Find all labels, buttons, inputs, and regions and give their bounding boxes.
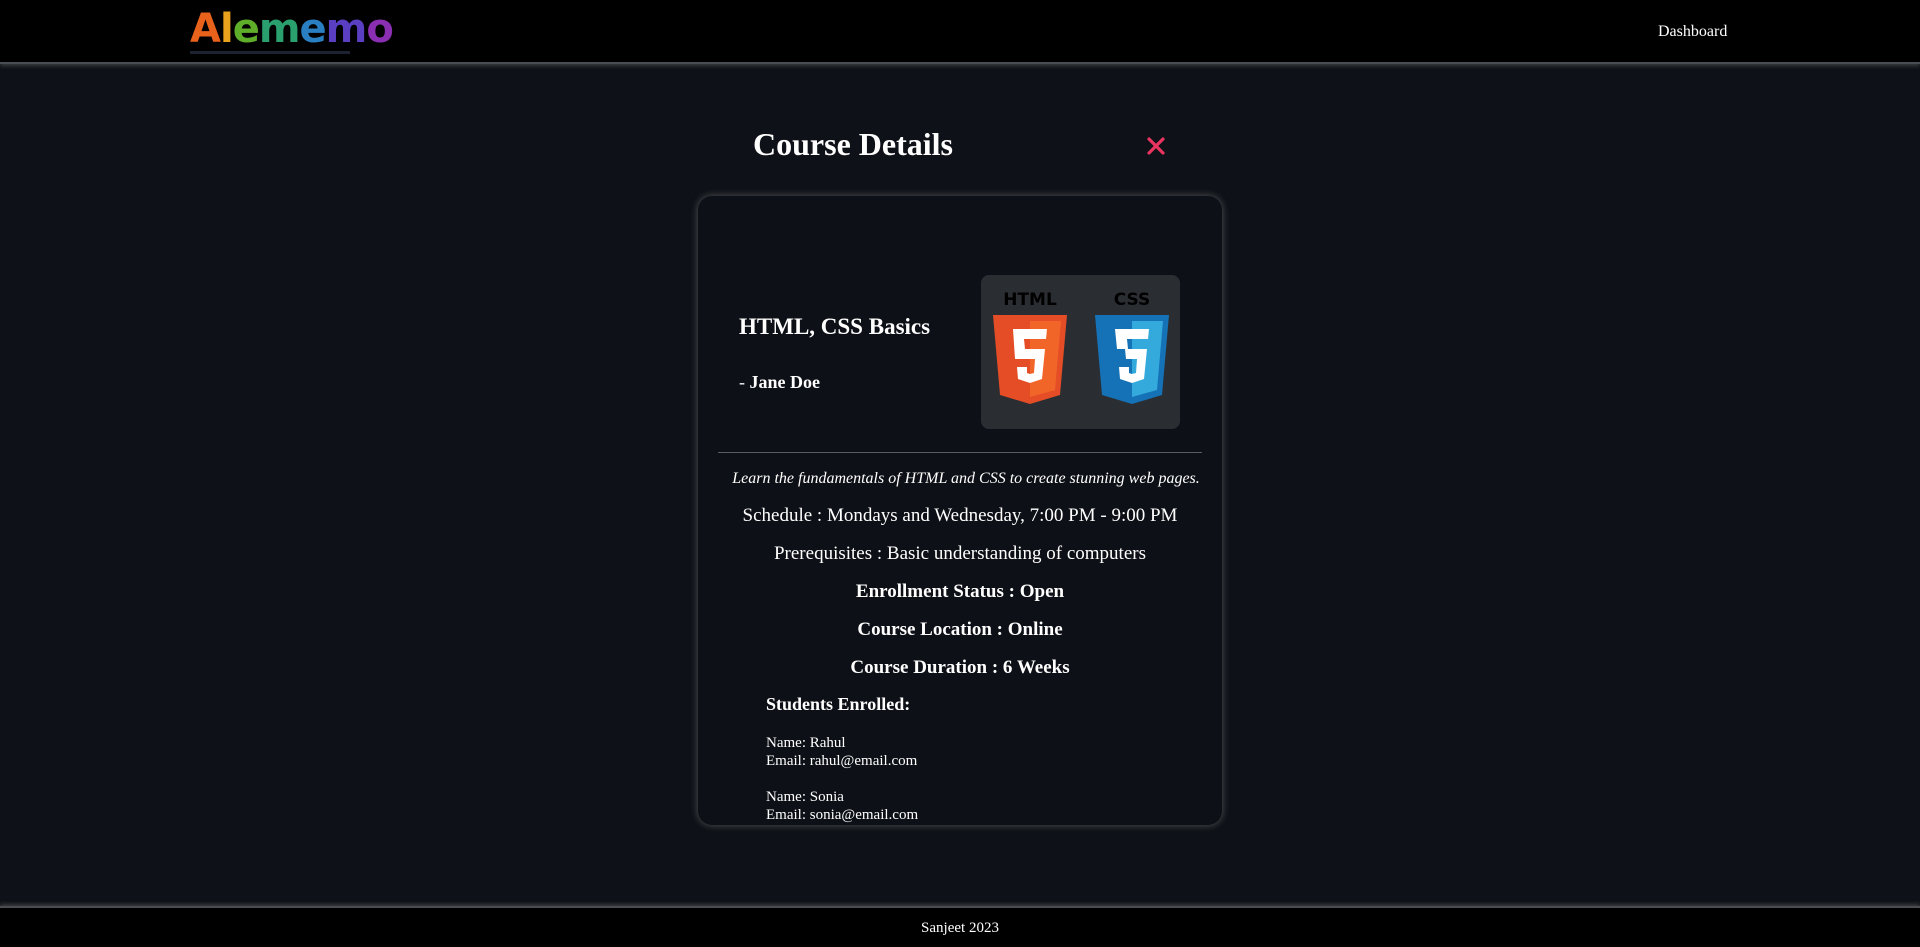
course-thumbnail: HTML CSS: [981, 275, 1180, 429]
student-email: Email: rahul@email.com: [766, 753, 918, 769]
footer: Sanjeet 2023: [0, 906, 1920, 947]
course-duration: Course Duration : 6 Weeks: [850, 657, 1070, 678]
html5-logo: HTML: [993, 290, 1067, 404]
student-item: Name: Rahul Email: rahul@email.com: [766, 734, 917, 770]
student-email: Email: sonia@email.com: [766, 807, 919, 823]
student-name: Name: Sonia: [766, 789, 844, 805]
course-details-card: HTML, CSS Basics - Jane Doe HTML CSS Lea…: [698, 196, 1222, 825]
dashboard-link[interactable]: Dashboard: [1658, 23, 1727, 41]
footer-text: Sanjeet 2023: [921, 920, 999, 936]
course-instructor: - Jane Doe: [739, 372, 820, 393]
students-enrolled-heading: Students Enrolled:: [766, 694, 911, 714]
logo-text: Alememo: [190, 5, 394, 52]
close-button[interactable]: [1142, 132, 1170, 160]
css3-logo: CSS: [1095, 290, 1169, 404]
student-name: Name: Rahul: [766, 735, 846, 751]
html-label: HTML: [1003, 290, 1057, 310]
instructor-name: Jane Doe: [749, 372, 821, 392]
divider: [718, 452, 1202, 453]
course-description: Learn the fundamentals of HTML and CSS t…: [732, 470, 1200, 487]
course-name: HTML, CSS Basics: [739, 314, 931, 339]
navbar: Alememo Dashboard: [0, 0, 1920, 64]
page-title: Course Details: [753, 126, 953, 162]
course-location: Course Location : Online: [857, 619, 1063, 640]
student-item: Name: Sonia Email: sonia@email.com: [766, 788, 918, 824]
css-label: CSS: [1114, 290, 1151, 310]
enrollment-status: Enrollment Status : Open: [855, 581, 1065, 602]
course-prerequisites: Prerequisites : Basic understanding of c…: [773, 543, 1146, 564]
alememo-logo[interactable]: Alememo: [190, 6, 394, 54]
close-icon: [1147, 137, 1165, 155]
course-schedule: Schedule : Mondays and Wednesday, 7:00 P…: [742, 505, 1178, 526]
instructor-prefix: -: [739, 372, 750, 392]
